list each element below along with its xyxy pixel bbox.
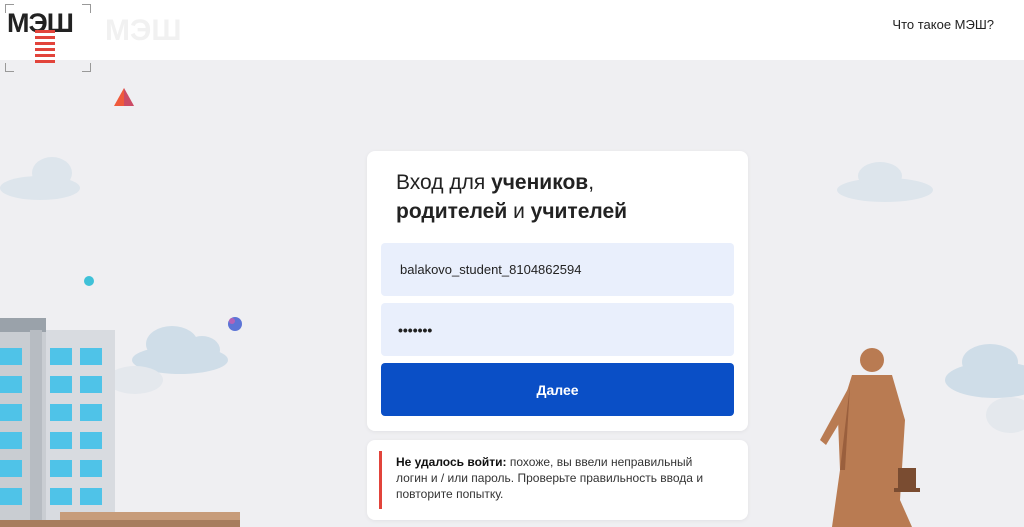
password-input[interactable]: •••••••	[398, 322, 432, 338]
what-is-mesh-link[interactable]: Что такое МЭШ?	[892, 17, 994, 32]
password-field[interactable]: •••••••	[381, 303, 734, 356]
login-input[interactable]	[398, 261, 717, 278]
cloud-shape	[945, 344, 1024, 398]
error-alert: Не удалось войти: похоже, вы ввели непра…	[367, 440, 748, 520]
statue-illustration	[820, 348, 920, 527]
login-field[interactable]	[381, 243, 734, 296]
cloud-shape	[132, 326, 228, 374]
cloud-shape	[107, 366, 163, 394]
login-title: Вход для учеников, родителей и учителей	[396, 171, 628, 223]
error-accent-bar	[379, 451, 382, 509]
error-message: Не удалось войти: похоже, вы ввели непра…	[396, 454, 726, 502]
dot-shape	[84, 276, 94, 286]
header-watermark: МЭШ	[105, 14, 182, 47]
mesh-logo[interactable]: МЭШ	[5, 4, 91, 72]
cloud-shape	[837, 162, 933, 202]
error-heading: Не удалось войти:	[396, 455, 507, 469]
logo-stripes-icon	[35, 30, 55, 66]
cloud-shape	[0, 157, 80, 200]
submit-button[interactable]: Далее	[381, 363, 734, 416]
cloud-shape	[986, 397, 1024, 433]
top-header: МЭШ МЭШ Что такое МЭШ?	[0, 0, 1024, 72]
login-card: Вход для учеников, родителей и учителей …	[367, 151, 748, 431]
